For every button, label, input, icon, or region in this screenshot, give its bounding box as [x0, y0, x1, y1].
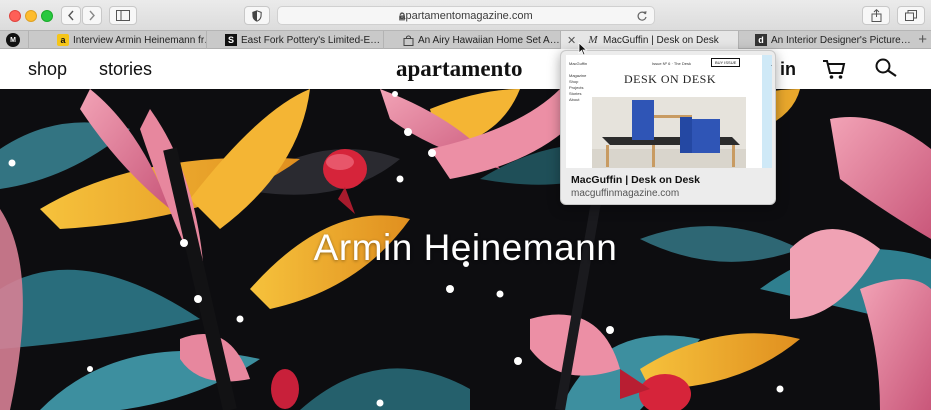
pinned-tab[interactable]: M: [6, 33, 20, 47]
preview-page-url: macguffinmagazine.com: [571, 188, 680, 199]
close-window-button[interactable]: [9, 10, 21, 22]
zoom-window-button[interactable]: [41, 10, 53, 22]
tab-preview-thumbnail: MacGuffin Issue Nº 6 · The Desk BUY ISSU…: [566, 55, 772, 168]
window-titlebar: apartamentomagazine.com: [0, 0, 931, 30]
hero-banner: Armin Heinemann: [0, 89, 931, 410]
url-text: apartamentomagazine.com: [399, 10, 533, 22]
sidebar-icon: [116, 10, 130, 21]
tab-east-fork[interactable]: S East Fork Pottery's Limited-E…: [206, 31, 383, 49]
preview-issue: Issue Nº 6 · The Desk: [652, 61, 691, 66]
tab-title: An Interior Designer's Picture…: [771, 34, 911, 46]
tab-title: MacGuffin | Desk on Desk: [603, 34, 719, 46]
nav-login-link[interactable]: in: [780, 59, 796, 80]
mouse-pointer-icon: [578, 42, 588, 56]
desk-photo-image: [592, 97, 746, 168]
new-tab-button[interactable]: +: [918, 31, 927, 49]
privacy-report-button[interactable]: [244, 6, 270, 25]
share-button[interactable]: [862, 6, 890, 25]
tab-interview-armin[interactable]: a Interview Armin Heinemann fr…: [28, 31, 206, 49]
minimize-window-button[interactable]: [25, 10, 37, 22]
chevron-left-icon: [68, 10, 74, 21]
reload-icon[interactable]: [636, 10, 648, 22]
site-logo[interactable]: apartamento: [396, 56, 522, 82]
tab-interior-designer[interactable]: d An Interior Designer's Picture…: [738, 31, 914, 49]
site-header: shop stories apartamento in: [0, 49, 931, 89]
nav-shop-link[interactable]: shop: [28, 59, 67, 80]
tab-bar: M a Interview Armin Heinemann fr… S East…: [0, 30, 931, 49]
d-favicon-icon: d: [755, 34, 767, 46]
macguffin-favicon-icon: M: [588, 34, 598, 46]
cart-icon[interactable]: [822, 58, 846, 80]
hero-title: Armin Heinemann: [313, 227, 618, 268]
tab-title: Interview Armin Heinemann fr…: [73, 34, 206, 46]
share-icon: [871, 9, 881, 22]
tab-overview-icon: [905, 10, 917, 21]
address-bar[interactable]: apartamentomagazine.com: [277, 6, 655, 25]
nav-stories-link[interactable]: stories: [99, 59, 152, 80]
arrow-right-icon: →: [769, 59, 772, 70]
tab-overview-button[interactable]: [897, 6, 925, 25]
amazon-favicon-icon: a: [57, 34, 69, 46]
close-tab-icon[interactable]: ✕: [567, 34, 576, 47]
preview-side-panel: [762, 55, 772, 168]
preview-page-title: MacGuffin | Desk on Desk: [571, 174, 700, 186]
chevron-right-icon: [89, 10, 95, 21]
bag-icon: [402, 34, 414, 46]
tab-preview-popover[interactable]: MacGuffin Issue Nº 6 · The Desk BUY ISSU…: [560, 50, 776, 205]
tab-title: East Fork Pottery's Limited-E…: [241, 34, 381, 46]
preview-brand: MacGuffin: [569, 61, 588, 66]
shield-icon: [252, 9, 262, 22]
tab-title: An Airy Hawaiian Home Set A…: [418, 34, 560, 46]
preview-headline: DESK ON DESK: [624, 72, 717, 86]
back-button[interactable]: [61, 6, 81, 25]
forward-button[interactable]: [82, 6, 102, 25]
preview-menu: Magazine Shop Projects Stories About: [569, 73, 587, 102]
search-icon[interactable]: [874, 58, 898, 80]
s-favicon-icon: S: [225, 34, 237, 46]
sidebar-button[interactable]: [109, 6, 137, 25]
tab-airy-hawaiian[interactable]: An Airy Hawaiian Home Set A…: [383, 31, 560, 49]
preview-buy-button: BUY ISSUE: [711, 58, 741, 67]
